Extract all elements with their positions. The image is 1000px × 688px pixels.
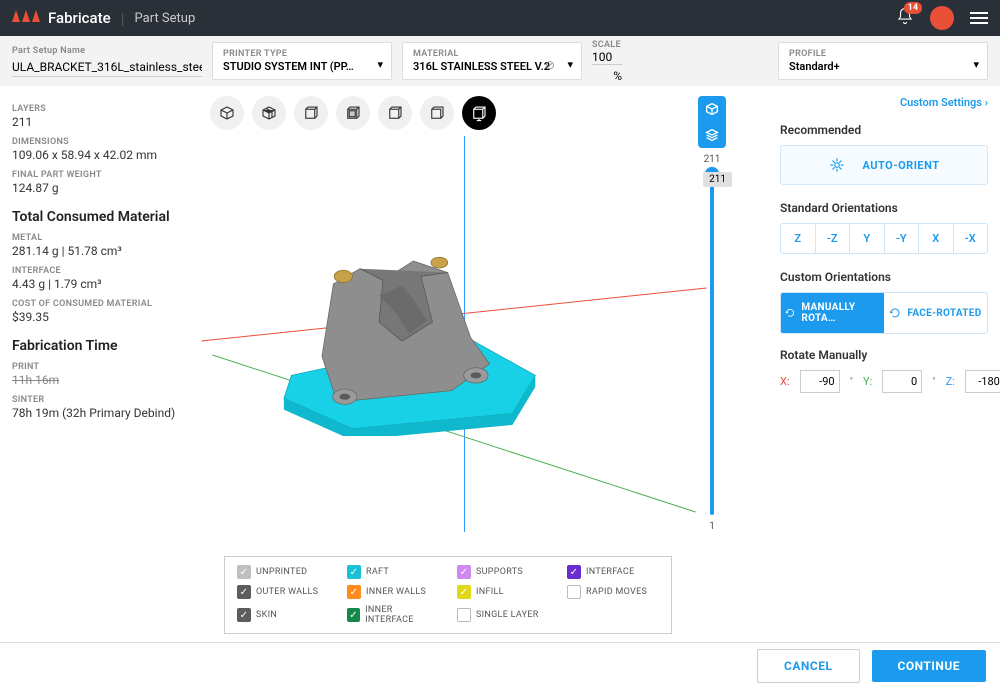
profile-select[interactable]: PROFILE Standard+ ▾ — [778, 42, 988, 80]
legend-raft[interactable]: ✓RAFT — [347, 565, 439, 579]
slider-mode-toggle[interactable] — [698, 96, 726, 148]
orient-icon — [828, 156, 846, 174]
part-model[interactable] — [261, 223, 566, 436]
view-box4-button[interactable] — [420, 96, 454, 130]
3d-viewer[interactable]: 211 1 211 ✓UNPRINTED ✓RAFT ✓SUPPORTS ✓IN… — [200, 86, 768, 642]
rotate-manual-heading: Rotate Manually — [780, 348, 988, 362]
slider-max: 211 — [704, 154, 721, 165]
chevron-down-icon: ▾ — [377, 58, 383, 71]
rot-z-input[interactable] — [965, 370, 1000, 393]
layers-icon[interactable] — [698, 122, 726, 148]
orient-neg-y[interactable]: -Y — [884, 224, 919, 253]
view-active-button[interactable] — [462, 96, 496, 130]
brand-logo — [12, 10, 40, 26]
print-time-value: 11h 16m — [12, 373, 188, 387]
scale-input[interactable] — [592, 50, 622, 65]
continue-button[interactable]: CONTINUE — [872, 650, 987, 682]
chevron-down-icon: ▾ — [567, 58, 573, 71]
chevron-down-icon: ▾ — [973, 58, 979, 71]
std-orient-heading: Standard Orientations — [780, 201, 988, 215]
no-material-icon: ⊘ — [545, 58, 555, 72]
view-box3-button[interactable] — [378, 96, 412, 130]
layer-slider[interactable] — [710, 171, 714, 515]
recommended-heading: Recommended — [780, 123, 988, 137]
legend-infill[interactable]: ✓INFILL — [457, 585, 549, 599]
std-orient-buttons: Z -Z Y -Y X -X — [780, 223, 988, 254]
page-title: Part Setup — [135, 11, 196, 26]
info-panel: LAYERS 211 DIMENSIONS 109.06 x 58.94 x 4… — [0, 86, 200, 642]
view-shaded-button[interactable] — [210, 96, 244, 130]
fabtime-heading: Fabrication Time — [12, 338, 188, 354]
rot-y-input[interactable] — [882, 370, 922, 393]
sinter-time-value: 78h 19m (32h Primary Debind) — [12, 406, 188, 420]
part-name-input[interactable] — [12, 58, 202, 77]
part-name-label: Part Setup Name — [12, 46, 202, 56]
view-box1-button[interactable] — [294, 96, 328, 130]
metal-value: 281.14 g | 51.78 cm³ — [12, 244, 188, 258]
printer-type-select[interactable]: PRINTER TYPE STUDIO SYSTEM INT (PP… ▾ — [212, 42, 392, 80]
custom-orient-heading: Custom Orientations — [780, 270, 988, 284]
view-box2-button[interactable] — [336, 96, 370, 130]
divider: | — [121, 9, 125, 28]
orientation-panel: Custom Settings › Recommended AUTO-ORIEN… — [768, 86, 1000, 642]
orient-neg-x[interactable]: -X — [953, 224, 988, 253]
cost-value: $39.35 — [12, 310, 188, 324]
notification-badge: 14 — [904, 2, 922, 14]
footer: CANCEL CONTINUE — [0, 642, 1000, 688]
legend: ✓UNPRINTED ✓RAFT ✓SUPPORTS ✓INTERFACE ✓O… — [224, 556, 672, 634]
user-avatar[interactable] — [930, 6, 954, 30]
interface-value: 4.43 g | 1.79 cm³ — [12, 277, 188, 291]
legend-unprinted[interactable]: ✓UNPRINTED — [237, 565, 329, 579]
legend-rapid-moves[interactable]: RAPID MOVES — [567, 585, 659, 599]
legend-single-layer[interactable]: SINGLE LAYER — [457, 605, 549, 625]
scale-label: SCALE — [592, 40, 621, 50]
rotate-icon — [785, 307, 795, 319]
layers-value: 211 — [12, 115, 188, 129]
orient-neg-z[interactable]: -Z — [815, 224, 850, 253]
dimensions-value: 109.06 x 58.94 x 42.02 mm — [12, 148, 188, 162]
slider-min: 1 — [709, 521, 715, 532]
view-wire-button[interactable] — [252, 96, 286, 130]
orient-z[interactable]: Z — [781, 224, 815, 253]
menu-button[interactable] — [970, 12, 988, 24]
legend-inner-interface[interactable]: ✓INNER INTERFACE — [347, 605, 439, 625]
orient-y[interactable]: Y — [849, 224, 884, 253]
legend-skin[interactable]: ✓SKIN — [237, 605, 329, 625]
app-name: Fabricate — [48, 9, 111, 27]
notifications-button[interactable]: 14 — [896, 7, 914, 29]
rotate-icon — [889, 307, 901, 319]
face-rotated-tab[interactable]: FACE-ROTATED — [884, 293, 987, 333]
cube-icon[interactable] — [698, 96, 726, 122]
config-bar: Part Setup Name PRINTER TYPE STUDIO SYST… — [0, 36, 1000, 86]
rot-x-input[interactable] — [800, 370, 840, 393]
weight-value: 124.87 g — [12, 181, 188, 195]
auto-orient-button[interactable]: AUTO-ORIENT — [780, 145, 988, 185]
legend-supports[interactable]: ✓SUPPORTS — [457, 565, 549, 579]
slider-value-chip: 211 — [703, 172, 732, 187]
cancel-button[interactable]: CANCEL — [757, 649, 859, 683]
legend-inner-walls[interactable]: ✓INNER WALLS — [347, 585, 439, 599]
3d-canvas[interactable] — [200, 136, 708, 532]
orient-x[interactable]: X — [918, 224, 953, 253]
scale-unit: % — [613, 69, 622, 85]
consumed-heading: Total Consumed Material — [12, 209, 188, 225]
top-bar: Fabricate | Part Setup 14 — [0, 0, 1000, 36]
manually-rotated-tab[interactable]: MANUALLY ROTA… — [781, 293, 884, 333]
custom-settings-link[interactable]: Custom Settings › — [780, 96, 988, 109]
legend-interface[interactable]: ✓INTERFACE — [567, 565, 659, 579]
material-select[interactable]: MATERIAL 316L STAINLESS STEEL V.2 ⊘ ▾ — [402, 42, 582, 80]
legend-outer-walls[interactable]: ✓OUTER WALLS — [237, 585, 329, 599]
